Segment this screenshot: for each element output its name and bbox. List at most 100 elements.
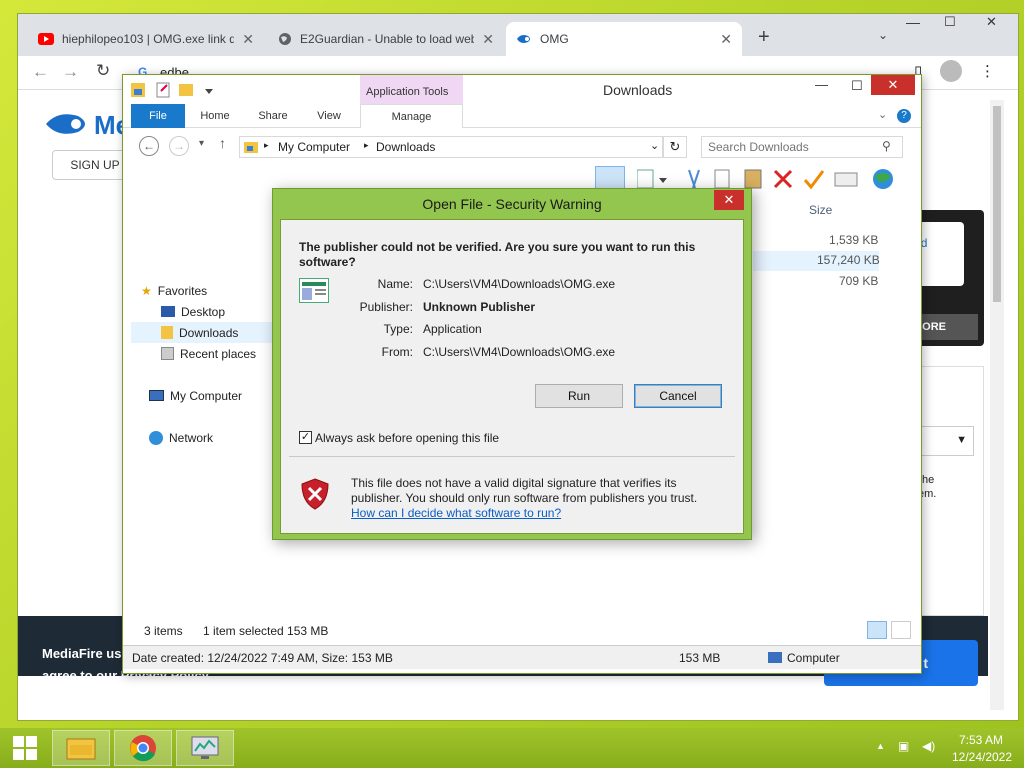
close-window-button[interactable]: ✕ <box>871 75 915 95</box>
details-view-icon[interactable] <box>867 621 887 639</box>
application-icon <box>299 278 329 303</box>
file-size: 1,539 KB <box>829 233 879 247</box>
tab-home[interactable]: Home <box>189 104 241 128</box>
minimize-icon[interactable]: — <box>906 14 920 30</box>
network-icon <box>149 430 163 445</box>
help-link[interactable]: How can I decide what software to run? <box>351 506 561 520</box>
network-tray-icon[interactable]: ▣ <box>898 739 909 753</box>
globe-icon <box>279 33 291 45</box>
separator-icon: ▸ <box>364 140 369 150</box>
taskbar-explorer[interactable] <box>52 730 110 766</box>
nav-my-computer[interactable]: My Computer <box>149 385 242 406</box>
show-hidden-icons-icon[interactable]: ▲ <box>876 741 885 751</box>
type-value: Application <box>423 322 482 336</box>
taskbar: ▲ ▣ ◀) 7:53 AM 12/24/2022 <box>0 728 1024 768</box>
new-tab-button[interactable]: + <box>758 26 770 49</box>
nav-network[interactable]: Network <box>149 427 213 448</box>
application-tools-label: Application Tools <box>366 86 449 98</box>
close-icon[interactable]: ✕ <box>242 31 254 48</box>
computer-icon <box>149 390 164 401</box>
tab-e2guardian[interactable]: E2Guardian - Unable to load web ✕ <box>268 22 504 56</box>
nav-recent-places[interactable]: Recent places <box>161 343 256 364</box>
breadcrumb-my-computer[interactable]: My Computer <box>278 140 350 154</box>
downloads-folder-icon <box>161 326 173 339</box>
back-icon[interactable]: ← <box>32 62 49 82</box>
refresh-icon[interactable]: ↻ <box>663 136 687 158</box>
tab-youtube[interactable]: hiephilopeo103 | OMG.exe link d ✕ <box>28 22 264 56</box>
date-created: Date created: 12/24/2022 7:49 AM, Size: … <box>132 651 393 665</box>
recent-locations-icon[interactable]: ▾ <box>199 138 204 149</box>
explorer-title: Downloads <box>603 82 673 98</box>
nav-desktop[interactable]: Desktop <box>161 301 225 322</box>
thumbnails-view-icon[interactable] <box>891 621 911 639</box>
close-window-icon[interactable]: ✕ <box>986 14 997 30</box>
name-label: Name: <box>377 277 413 291</box>
tab-view[interactable]: View <box>303 104 355 128</box>
nav-label: My Computer <box>170 388 243 403</box>
scrollbar[interactable] <box>990 100 1004 710</box>
tab-omg[interactable]: OMG ✕ <box>506 22 742 56</box>
menu-icon[interactable]: ⋮ <box>980 62 995 80</box>
maximize-icon[interactable]: ☐ <box>851 78 863 94</box>
dialog-close-button[interactable]: ✕ <box>714 190 744 210</box>
cookie-text: MediaFire use <box>42 646 129 661</box>
shield-warning-icon <box>301 478 329 510</box>
always-ask-label: Always ask before opening this file <box>315 431 500 445</box>
column-header-size[interactable]: Size <box>809 203 832 217</box>
taskbar-chrome[interactable] <box>114 730 172 766</box>
dialog-body: The publisher could not be verified. Are… <box>280 219 744 534</box>
security-warning-dialog: Open File - Security Warning ✕ The publi… <box>272 188 752 540</box>
chevron-down-icon[interactable]: ⌄ <box>878 108 887 121</box>
breadcrumb-downloads[interactable]: Downloads <box>376 140 435 154</box>
file-explorer-icon <box>66 738 96 760</box>
nav-label: Desktop <box>181 304 226 319</box>
windows-icon <box>13 736 37 760</box>
search-field[interactable]: ⚲ <box>701 136 903 158</box>
ribbon-tabs: File Home Share View Manage ⌄ ? <box>123 104 921 128</box>
profile-avatar[interactable] <box>940 60 962 82</box>
maximize-icon[interactable]: ☐ <box>944 14 956 30</box>
reload-icon[interactable]: ↻ <box>96 61 110 81</box>
always-ask-checkbox[interactable]: ✓ <box>299 431 312 444</box>
mediafire-logo <box>46 114 85 134</box>
tab-file[interactable]: File <box>131 104 185 128</box>
youtube-icon <box>38 33 54 45</box>
minimize-icon[interactable]: — <box>815 77 828 92</box>
clock-time[interactable]: 7:53 AM <box>958 733 1004 747</box>
taskbar-monitor[interactable] <box>176 730 234 766</box>
run-button[interactable]: Run <box>535 384 623 408</box>
file-size-status: 153 MB <box>679 651 721 665</box>
nav-downloads[interactable]: Downloads <box>131 322 273 343</box>
nav-label: Network <box>169 430 214 445</box>
cancel-button[interactable]: Cancel <box>634 384 722 408</box>
up-icon[interactable]: ↑ <box>219 135 226 151</box>
scrollbar-thumb[interactable] <box>993 106 1001 302</box>
chevron-down-icon[interactable]: ⌄ <box>650 139 659 152</box>
location-status: Computer <box>787 651 840 665</box>
forward-icon[interactable]: → <box>169 136 189 156</box>
nav-label: Downloads <box>179 325 239 340</box>
start-button[interactable] <box>0 730 50 766</box>
warning-question: The publisher could not be verified. Are… <box>299 240 696 269</box>
nav-favorites[interactable]: ★ Favorites <box>141 280 207 301</box>
navigation-pane: ★ Favorites Desktop Downloads Recent plac… <box>123 196 273 616</box>
close-icon[interactable]: ✕ <box>482 31 494 48</box>
dropdown-arrow-icon: ▼ <box>956 434 967 446</box>
name-value: C:\Users\VM4\Downloads\OMG.exe <box>423 277 616 291</box>
quick-access-toolbar[interactable] <box>131 81 221 99</box>
close-icon[interactable]: ✕ <box>720 31 732 48</box>
signature-warning-text: This file does not have a valid digital … <box>351 476 698 505</box>
tab-manage[interactable]: Manage <box>360 104 463 128</box>
back-icon[interactable]: ← <box>139 136 159 156</box>
address-field[interactable]: ▸ My Computer ▸ Downloads ⌄ <box>239 136 663 158</box>
tab-share[interactable]: Share <box>247 104 299 128</box>
clock-date[interactable]: 12/24/2022 <box>950 750 1014 764</box>
tab-search-chevron-icon[interactable]: ⌄ <box>878 28 888 42</box>
volume-icon[interactable]: ◀) <box>922 739 935 753</box>
tab-label: E2Guardian - Unable to load web <box>300 32 475 46</box>
help-icon[interactable]: ? <box>897 109 911 123</box>
search-icon: ⚲ <box>882 139 891 153</box>
forward-icon[interactable]: → <box>62 62 79 82</box>
search-input[interactable] <box>708 139 878 155</box>
recent-places-icon <box>161 347 174 360</box>
